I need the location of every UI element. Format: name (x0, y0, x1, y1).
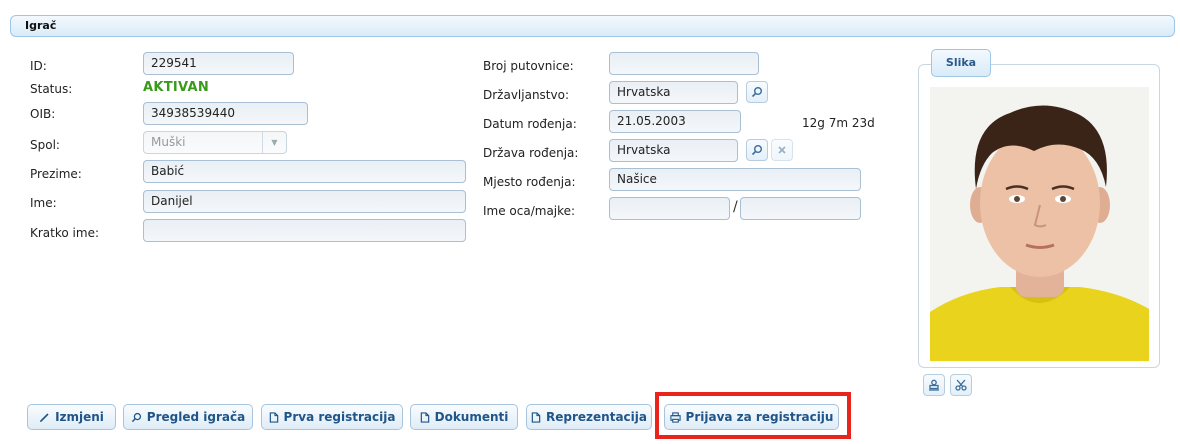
search-icon (751, 145, 762, 156)
search-icon (131, 412, 141, 422)
mjesto-label: Mjesto rođenja: (483, 175, 576, 189)
dokumenti-label: Dokumenti (434, 410, 509, 424)
drzava-label: Država rođenja: (483, 146, 579, 160)
highlight-annotation (655, 392, 851, 439)
panel-title: Igrač (25, 19, 57, 32)
oib-field[interactable]: 34938539440 (143, 102, 308, 125)
spol-select[interactable]: Muški ▼ (143, 131, 287, 154)
putovnica-field[interactable] (609, 52, 759, 75)
document-icon (531, 411, 541, 423)
drzavljanstvo-field[interactable]: Hrvatska (609, 81, 738, 104)
datum-field[interactable]: 21.05.2003 (609, 110, 741, 133)
putovnica-label: Broj putovnice: (483, 59, 574, 73)
stamp-icon (929, 379, 939, 391)
pregled-label: Pregled igrača (146, 410, 246, 424)
otac-field[interactable] (609, 197, 730, 220)
datum-label: Datum rođenja: (483, 117, 577, 131)
id-field[interactable]: 229541 (143, 52, 294, 75)
ime-label: Ime: (30, 196, 57, 210)
age-text: 12g 7m 23d (802, 116, 875, 130)
prva-registracija-button[interactable]: Prva registracija (261, 404, 403, 430)
drzavljanstvo-search-button[interactable] (746, 81, 768, 103)
player-photo-image (930, 87, 1149, 361)
document-icon (269, 411, 278, 423)
status-label: Status: (30, 82, 73, 96)
document-icon (420, 411, 429, 423)
ime-field[interactable]: Danijel (143, 190, 466, 213)
dokumenti-button[interactable]: Dokumenti (410, 404, 518, 430)
mjesto-field[interactable]: Našice (609, 168, 861, 191)
drzava-clear-button[interactable] (771, 139, 793, 161)
majka-field[interactable] (740, 197, 861, 220)
prezime-field[interactable]: Babić (143, 160, 466, 183)
drzavljanstvo-label: Državljanstvo: (483, 88, 569, 102)
reprezentacija-label: Reprezentacija (546, 410, 647, 424)
reprezentacija-button[interactable]: Reprezentacija (526, 404, 652, 430)
photo-tab: Slika (931, 49, 991, 77)
spol-label: Spol: (30, 138, 60, 152)
player-photo (930, 87, 1149, 361)
prva-registracija-label: Prva registracija (283, 410, 396, 424)
izmjeni-label: Izmjeni (55, 410, 104, 424)
photo-stamp-button[interactable] (923, 374, 945, 396)
photo-crop-button[interactable] (950, 374, 972, 396)
panel-header: Igrač (10, 15, 1175, 37)
oib-label: OIB: (30, 107, 56, 121)
kratko-ime-label: Kratko ime: (30, 226, 99, 240)
chevron-down-icon: ▼ (262, 132, 286, 153)
pregled-button[interactable]: Pregled igrača (123, 404, 253, 430)
roditelj-label: Ime oca/majke: (483, 204, 576, 218)
spol-select-value: Muški (151, 135, 186, 149)
clear-icon (778, 146, 786, 154)
izmjeni-button[interactable]: Izmjeni (27, 404, 116, 430)
name-separator: / (733, 199, 738, 215)
id-label: ID: (30, 59, 47, 73)
pencil-icon (40, 412, 49, 422)
drzava-search-button[interactable] (746, 139, 768, 161)
status-value: AKTIVAN (143, 80, 210, 95)
prezime-label: Prezime: (30, 167, 82, 181)
kratko-ime-field[interactable] (143, 219, 466, 242)
scissors-icon (955, 379, 967, 391)
search-icon (751, 87, 762, 98)
drzava-field[interactable]: Hrvatska (609, 139, 738, 162)
